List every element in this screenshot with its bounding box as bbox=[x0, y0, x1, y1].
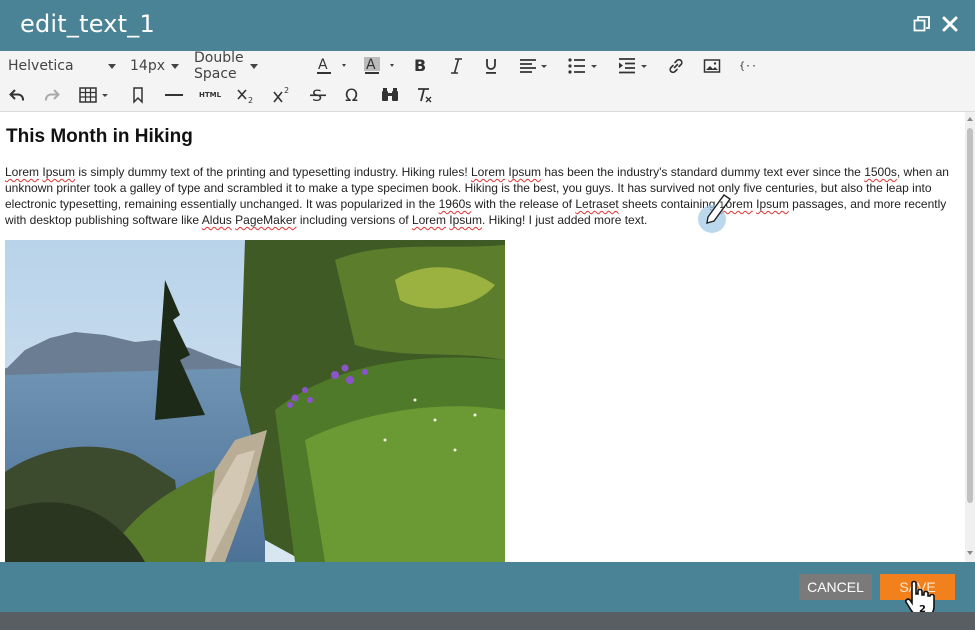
chevron-down-icon bbox=[171, 63, 179, 69]
dialog-title: edit_text_1 bbox=[20, 10, 155, 38]
content-scrollbar[interactable] bbox=[965, 112, 975, 562]
chevron-down-icon bbox=[108, 63, 116, 69]
paragraph-text: . Hiking! I just added more text. bbox=[481, 213, 648, 227]
redo-button[interactable] bbox=[42, 82, 62, 108]
image-icon bbox=[703, 59, 721, 73]
bookmark-icon bbox=[133, 87, 143, 104]
misspelled-word: Letraset bbox=[575, 197, 619, 211]
horizontal-rule-button[interactable] bbox=[164, 82, 184, 108]
svg-text:Ω: Ω bbox=[345, 86, 358, 105]
underline-button[interactable] bbox=[482, 53, 500, 79]
hiking-trail-photo[interactable] bbox=[5, 240, 505, 562]
misspelled-word: 1960s bbox=[438, 197, 472, 211]
token-button[interactable]: {···} bbox=[739, 53, 759, 79]
align-button[interactable] bbox=[518, 53, 552, 79]
italic-button[interactable] bbox=[447, 53, 465, 79]
misspelled-word: Lorem bbox=[411, 213, 446, 227]
scroll-down-icon[interactable] bbox=[967, 550, 973, 556]
misspelled-word: PageMaker bbox=[235, 213, 297, 227]
list-icon bbox=[568, 58, 597, 74]
svg-text:2: 2 bbox=[248, 96, 253, 105]
cancel-button[interactable]: CANCEL bbox=[799, 574, 872, 600]
line-spacing-value: Double Space bbox=[194, 50, 244, 82]
svg-text:B: B bbox=[414, 56, 426, 75]
subscript-button[interactable]: 2 bbox=[236, 82, 256, 108]
misspelled-word: Lorem bbox=[471, 165, 506, 179]
subscript-icon: 2 bbox=[237, 89, 253, 105]
paragraph-text: including versions of bbox=[296, 213, 412, 227]
misspelled-word: Ipsum bbox=[42, 165, 76, 179]
html-button[interactable]: HTML bbox=[198, 82, 222, 108]
misspelled-word: Aldus bbox=[201, 213, 232, 227]
clear-format-button[interactable] bbox=[415, 82, 435, 108]
paragraph-text: is simply dummy text of the printing and… bbox=[75, 165, 471, 179]
step-1-marker: 1 bbox=[698, 194, 731, 233]
misspelled-word: Ipsum bbox=[756, 197, 789, 211]
list-button[interactable] bbox=[567, 53, 601, 79]
clear-format-icon bbox=[418, 88, 432, 103]
background-color-icon: A bbox=[364, 57, 394, 74]
image-button[interactable] bbox=[703, 53, 721, 79]
misspelled-word: Ipsum bbox=[508, 165, 542, 179]
underline-icon bbox=[486, 59, 496, 74]
find-icon bbox=[382, 88, 398, 101]
restore-window-icon[interactable] bbox=[913, 15, 931, 33]
omega-icon: Ω bbox=[345, 86, 358, 105]
html-icon: HTML bbox=[198, 91, 222, 99]
misspelled-word: Ipsum bbox=[449, 213, 482, 227]
edit-text-dialog: edit_text_1 Helvetica 14px Double Space … bbox=[0, 0, 975, 630]
bold-button[interactable]: B bbox=[411, 53, 429, 79]
svg-text:2: 2 bbox=[284, 86, 289, 95]
editor-content-area[interactable]: This Month in Hiking Lorem Ipsum is simp… bbox=[0, 112, 965, 562]
editor-toolbar: Helvetica 14px Double Space A A B {·· HT… bbox=[0, 50, 975, 112]
bold-icon: B bbox=[414, 56, 426, 75]
table-button[interactable] bbox=[78, 82, 112, 108]
font-family-value: Helvetica bbox=[8, 58, 74, 74]
superscript-button[interactable]: 2 bbox=[272, 82, 292, 108]
token-icon: {···} bbox=[739, 61, 759, 72]
dialog-footer: CANCEL SAVE 2 bbox=[0, 562, 975, 617]
background-page bbox=[0, 612, 975, 630]
strikethrough-button[interactable]: S bbox=[308, 82, 328, 108]
font-color-icon: A bbox=[317, 57, 346, 74]
scroll-up-icon[interactable] bbox=[967, 116, 973, 122]
chevron-down-icon bbox=[249, 63, 258, 69]
scrollbar-thumb[interactable] bbox=[967, 128, 973, 503]
svg-text:1: 1 bbox=[719, 201, 725, 211]
font-size-value: 14px bbox=[130, 58, 165, 74]
undo-button[interactable] bbox=[7, 82, 27, 108]
background-color-button[interactable]: A bbox=[362, 53, 400, 79]
paragraph-text: has been the industry's standard dummy t… bbox=[541, 165, 865, 179]
indent-button[interactable] bbox=[617, 53, 651, 79]
link-button[interactable] bbox=[667, 53, 685, 79]
strikethrough-icon: S bbox=[310, 86, 326, 105]
misspelled-word: Lorem bbox=[5, 165, 40, 179]
close-icon[interactable] bbox=[941, 15, 959, 33]
superscript-icon: 2 bbox=[273, 86, 289, 103]
line-spacing-select[interactable]: Double Space bbox=[194, 50, 258, 82]
font-size-select[interactable]: 14px bbox=[130, 58, 179, 74]
misspelled-word: 1500s bbox=[864, 165, 897, 179]
indent-icon bbox=[619, 58, 647, 74]
align-icon bbox=[520, 59, 547, 73]
content-heading: This Month in Hiking bbox=[6, 126, 193, 147]
special-character-button[interactable]: Ω bbox=[342, 82, 364, 108]
paragraph-text: with the release of bbox=[471, 197, 576, 211]
italic-icon bbox=[451, 58, 462, 74]
svg-text:A: A bbox=[366, 57, 376, 73]
redo-icon bbox=[45, 89, 60, 101]
font-family-select[interactable]: Helvetica bbox=[8, 58, 116, 74]
find-button[interactable] bbox=[380, 82, 400, 108]
dialog-titlebar: edit_text_1 bbox=[0, 0, 975, 51]
horizontal-rule-icon bbox=[165, 94, 183, 96]
table-icon bbox=[79, 87, 108, 103]
undo-icon bbox=[9, 89, 24, 101]
font-color-button[interactable]: A bbox=[314, 53, 352, 79]
bookmark-button[interactable] bbox=[130, 82, 146, 108]
svg-text:A: A bbox=[318, 57, 328, 73]
link-icon bbox=[669, 58, 683, 74]
svg-text:{···}: {···} bbox=[739, 61, 759, 72]
content-paragraph: Lorem Ipsum is simply dummy text of the … bbox=[5, 164, 957, 228]
